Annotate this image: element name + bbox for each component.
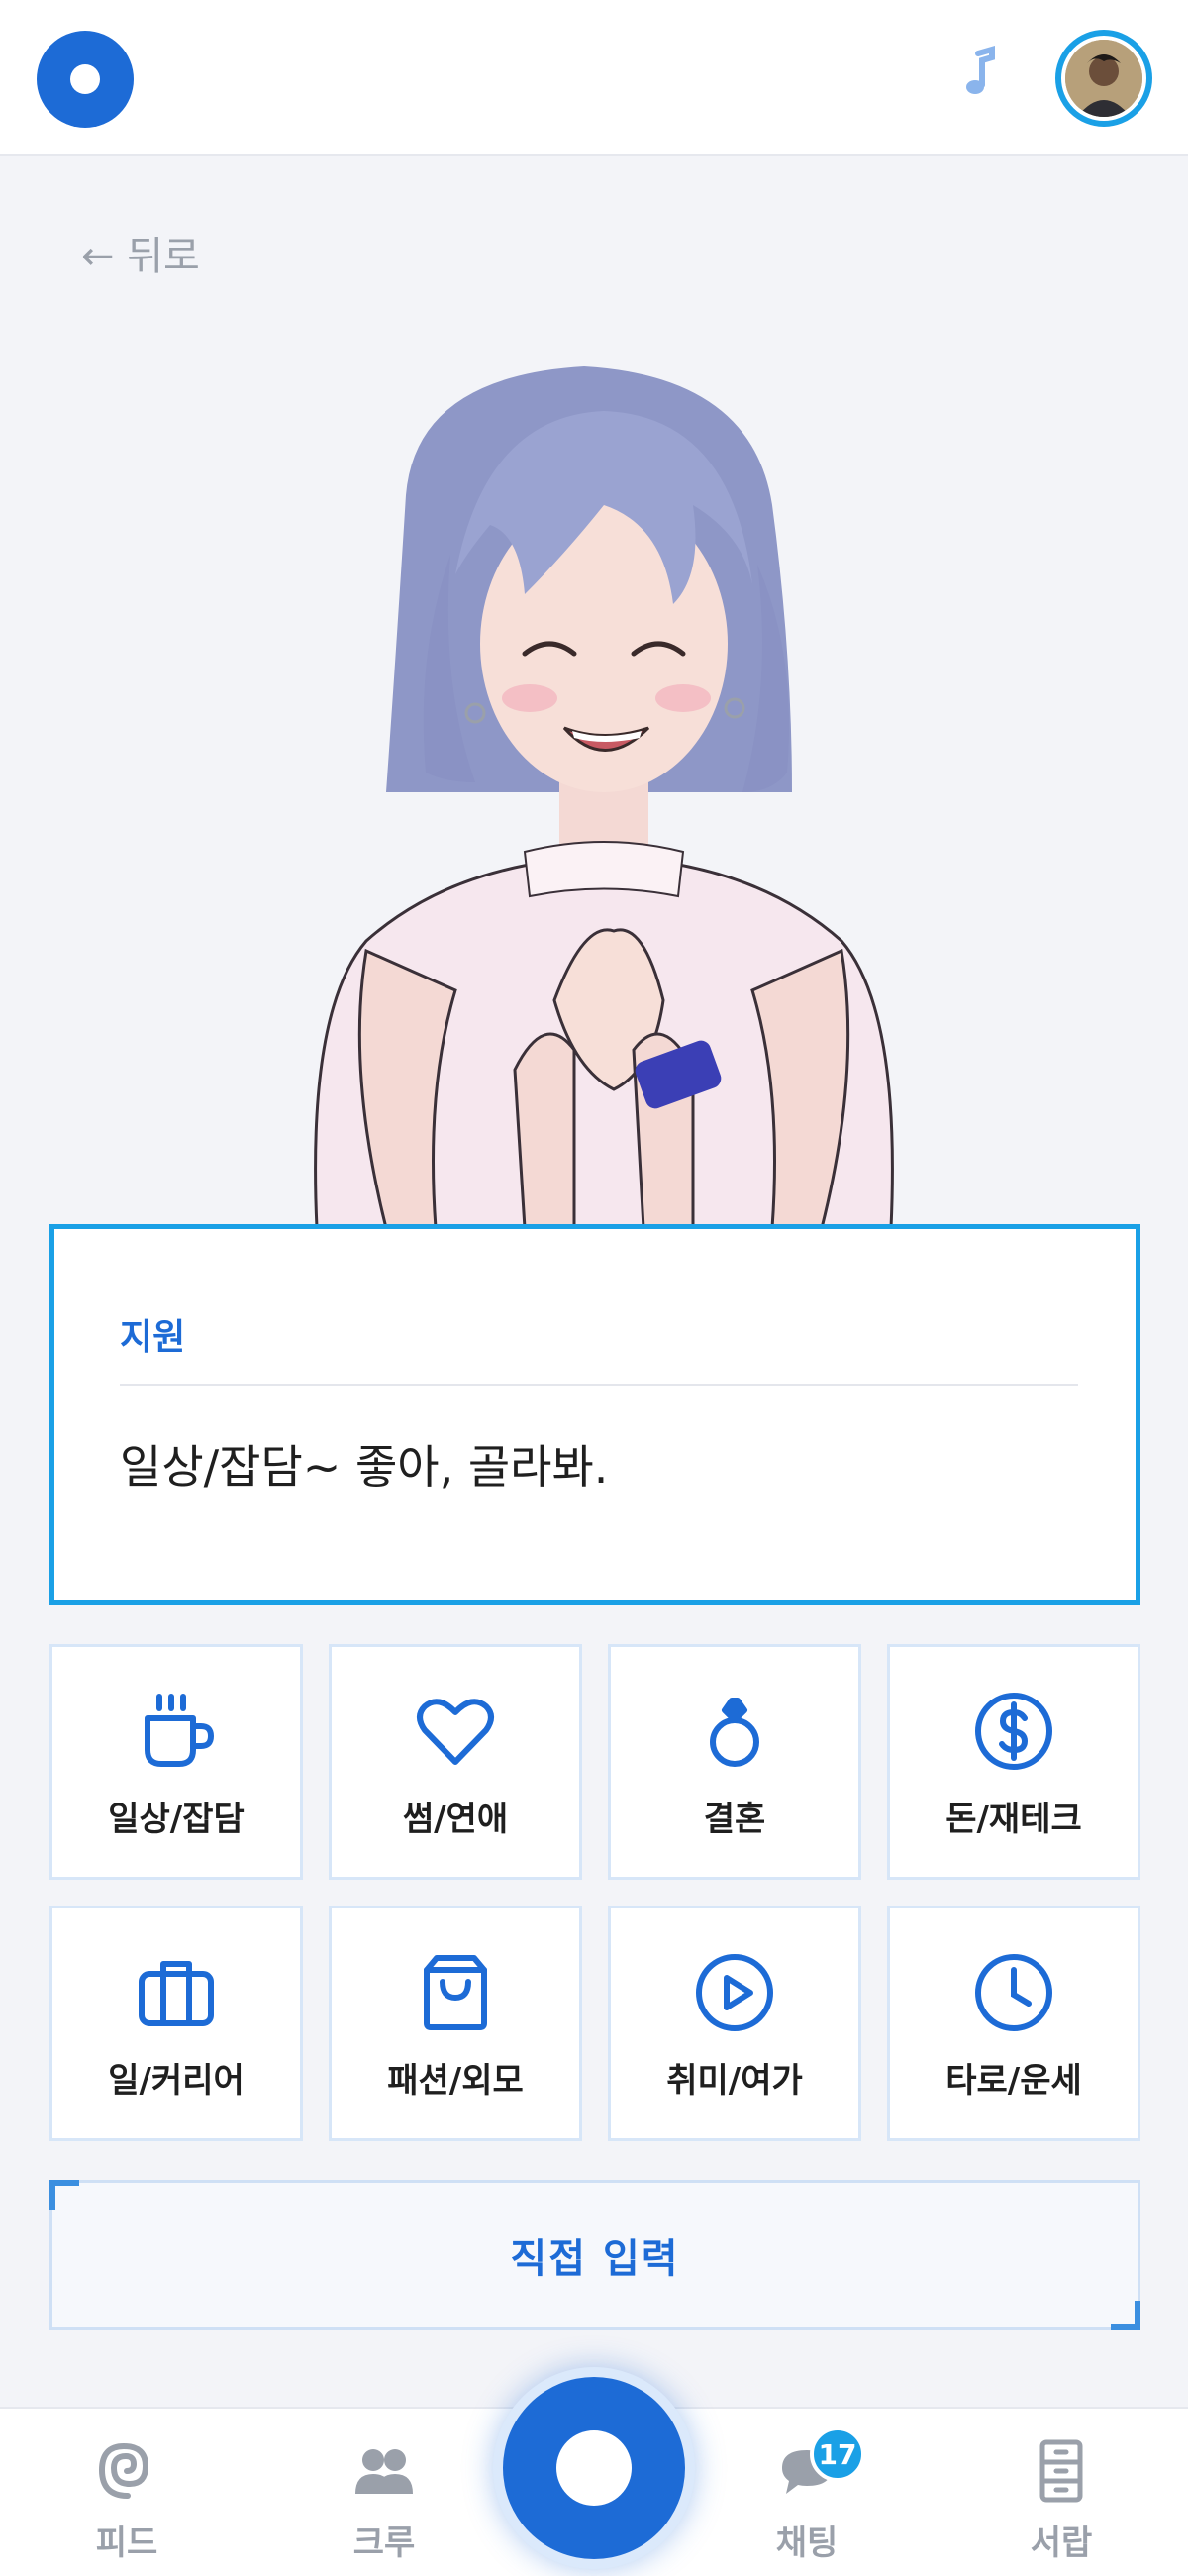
ring-icon: [692, 1689, 777, 1774]
nav-item-crew[interactable]: 크루: [305, 2409, 463, 2576]
clock-icon: [971, 1950, 1056, 2035]
category-label: 결혼: [703, 1800, 766, 1839]
play-circle-icon: [692, 1950, 777, 2035]
character-illustration: [277, 357, 931, 1230]
nav-label: 서랍: [1030, 2524, 1093, 2563]
dollar-coin-icon: [971, 1689, 1056, 1774]
category-romance[interactable]: 썸/연애: [329, 1644, 582, 1880]
chat-bubble-icon: 17: [774, 2426, 865, 2504]
speaker-name: 지원: [120, 1317, 186, 1358]
nav-label: 채팅: [775, 2524, 839, 2563]
category-grid: 일상/잡담 썸/연애 결혼 돈/재테크 일/커리어 패션/외모 취미/여가 타로…: [50, 1644, 1140, 2141]
circle-home-icon[interactable]: [503, 2377, 685, 2559]
category-fashion[interactable]: 패션/외모: [329, 1906, 582, 2141]
nav-label: 피드: [95, 2524, 158, 2563]
back-button[interactable]: ← 뒤로: [81, 224, 200, 281]
nav-item-feed[interactable]: 피드: [48, 2409, 206, 2576]
category-career[interactable]: 일/커리어: [50, 1906, 303, 2141]
user-avatar[interactable]: [1055, 30, 1152, 127]
category-label: 일/커리어: [108, 2061, 245, 2101]
music-note-icon[interactable]: [952, 44, 1012, 103]
nav-item-drawer[interactable]: 서랍: [982, 2409, 1140, 2576]
shopping-bag-icon: [413, 1950, 498, 2035]
category-label: 일상/잡담: [108, 1800, 245, 1839]
drawer-cabinet-icon: [1029, 2438, 1094, 2504]
category-label: 썸/연애: [402, 1800, 509, 1839]
category-label: 돈/재테크: [945, 1800, 1082, 1839]
people-icon: [351, 2438, 417, 2504]
chat-badge: 17: [810, 2426, 865, 2482]
dialogue-message: 일상/잡담~ 좋아, 골라봐.: [120, 1440, 609, 1494]
category-money[interactable]: 돈/재테크: [887, 1644, 1140, 1880]
direct-input-label: 직접 입력: [510, 2236, 680, 2282]
back-label: ← 뒤로: [81, 234, 200, 279]
circle-logo-icon[interactable]: [37, 31, 134, 128]
category-marriage[interactable]: 결혼: [608, 1644, 861, 1880]
nav-label: 크루: [352, 2524, 416, 2563]
coffee-cup-icon: [134, 1689, 219, 1774]
nav-item-chat[interactable]: 17 채팅: [728, 2409, 886, 2576]
category-tarot[interactable]: 타로/운세: [887, 1906, 1140, 2141]
direct-input-button[interactable]: 직접 입력: [50, 2180, 1140, 2330]
category-label: 취미/여가: [666, 2061, 803, 2101]
top-header: [0, 0, 1188, 156]
category-hobby[interactable]: 취미/여가: [608, 1906, 861, 2141]
category-label: 타로/운세: [945, 2061, 1082, 2101]
briefcase-icon: [134, 1950, 219, 2035]
category-label: 패션/외모: [387, 2061, 524, 2101]
heart-icon: [413, 1689, 498, 1774]
spiral-icon: [94, 2438, 159, 2504]
corner-accent: [1111, 2301, 1140, 2330]
dialogue-box: 지원 일상/잡담~ 좋아, 골라봐.: [50, 1224, 1140, 1605]
dialog-divider: [120, 1384, 1078, 1386]
corner-accent: [50, 2180, 79, 2210]
category-daily[interactable]: 일상/잡담: [50, 1644, 303, 1880]
